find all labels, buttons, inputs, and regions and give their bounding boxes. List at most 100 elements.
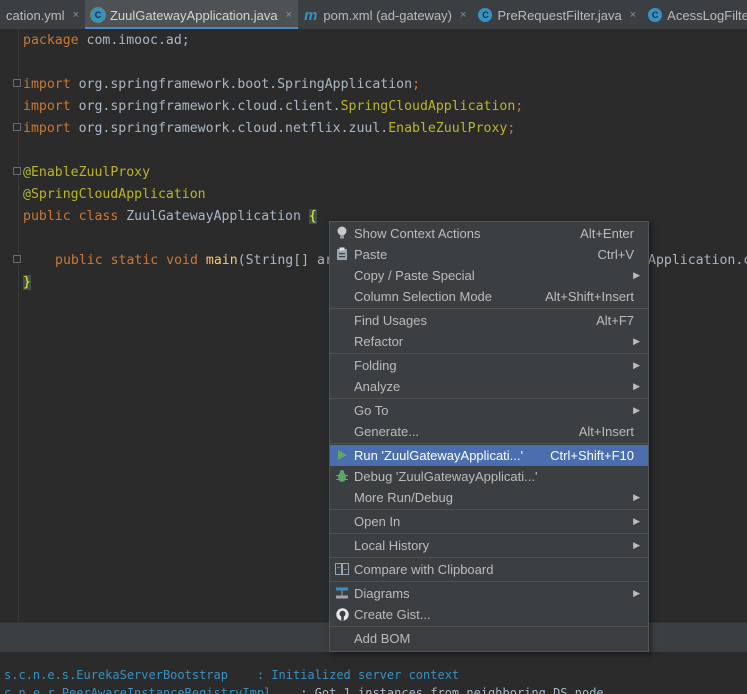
menu-item-compare-with-clipboard[interactable]: Compare with Clipboard bbox=[330, 559, 648, 580]
menu-item-label: Diagrams bbox=[354, 586, 410, 601]
code-line-import: import org.springframework.cloud.netflix… bbox=[23, 121, 516, 136]
menu-separator bbox=[330, 581, 648, 582]
run-icon bbox=[335, 448, 349, 462]
menu-item-run[interactable]: Run 'ZuulGatewayApplicati...' Ctrl+Shift… bbox=[330, 445, 648, 466]
menu-separator bbox=[330, 533, 648, 534]
tab-pom-xml[interactable]: m pom.xml (ad-gateway) × bbox=[298, 0, 472, 29]
fold-marker-icon[interactable] bbox=[13, 167, 21, 175]
class-icon: C bbox=[648, 8, 663, 22]
submenu-arrow-icon: ▶ bbox=[633, 270, 640, 280]
tab-label: pom.xml (ad-gateway) bbox=[323, 7, 453, 23]
submenu-arrow-icon: ▶ bbox=[633, 492, 640, 502]
spring-class-icon: C bbox=[90, 8, 105, 22]
close-icon[interactable]: × bbox=[630, 9, 636, 21]
menu-item-label: Analyze bbox=[354, 379, 401, 394]
menu-separator bbox=[330, 626, 648, 627]
submenu-arrow-icon: ▶ bbox=[633, 588, 640, 598]
close-icon[interactable]: × bbox=[73, 9, 79, 21]
tab-label: PreRequestFilter.java bbox=[497, 7, 622, 23]
close-icon[interactable]: × bbox=[286, 9, 292, 21]
diagram-icon bbox=[335, 586, 349, 600]
menu-item-diagrams[interactable]: Diagrams ▶ bbox=[330, 583, 648, 604]
menu-item-open-in[interactable]: Open In ▶ bbox=[330, 511, 648, 532]
tab-label: ZuulGatewayApplication.java bbox=[109, 7, 278, 23]
menu-item-shortcut: Alt+Insert bbox=[578, 424, 634, 439]
menu-item-debug[interactable]: Debug 'ZuulGatewayApplicati...' bbox=[330, 466, 648, 487]
menu-separator bbox=[330, 308, 648, 309]
tab-application-yml[interactable]: cation.yml × bbox=[0, 0, 85, 29]
menu-item-shortcut: Alt+Enter bbox=[580, 226, 634, 241]
submenu-arrow-icon: ▶ bbox=[633, 360, 640, 370]
menu-item-shortcut: Alt+Shift+Insert bbox=[545, 289, 634, 304]
menu-item-label: Refactor bbox=[354, 334, 404, 349]
submenu-arrow-icon: ▶ bbox=[633, 540, 640, 550]
tab-zuul-gateway-application[interactable]: C ZuulGatewayApplication.java × bbox=[84, 0, 299, 29]
menu-item-label: More Run/Debug bbox=[354, 490, 453, 505]
code-line-main-method-tail: Application.c bbox=[648, 253, 747, 268]
code-line-main-method: public static void main(String[] ar bbox=[55, 253, 333, 268]
submenu-arrow-icon: ▶ bbox=[633, 381, 640, 391]
menu-item-show-context-actions[interactable]: Show Context Actions Alt+Enter bbox=[330, 223, 648, 244]
lightbulb-icon bbox=[335, 226, 349, 240]
menu-item-label: Add BOM bbox=[354, 631, 411, 646]
code-line-annotation: @EnableZuulProxy bbox=[23, 165, 151, 180]
fold-marker-icon[interactable] bbox=[13, 123, 21, 131]
code-line-close-brace: } bbox=[23, 275, 31, 290]
tab-label: cation.yml bbox=[6, 7, 65, 23]
console-line: c.n.e.r.PeerAwareInstanceRegistryImpl : … bbox=[4, 686, 604, 694]
menu-item-shortcut: Alt+F7 bbox=[596, 313, 634, 328]
code-line-class-declaration: public class ZuulGatewayApplication { bbox=[23, 209, 317, 224]
maven-icon: m bbox=[304, 6, 318, 24]
menu-item-label: Column Selection Mode bbox=[354, 289, 493, 304]
menu-separator bbox=[330, 557, 648, 558]
menu-separator bbox=[330, 443, 648, 444]
editor-tab-bar: cation.yml × C ZuulGatewayApplication.ja… bbox=[0, 0, 747, 30]
menu-separator bbox=[330, 509, 648, 510]
github-icon bbox=[335, 607, 349, 621]
fold-marker-icon[interactable] bbox=[13, 79, 21, 87]
menu-item-generate[interactable]: Generate... Alt+Insert bbox=[330, 421, 648, 442]
menu-item-paste[interactable]: Paste Ctrl+V bbox=[330, 244, 648, 265]
menu-item-analyze[interactable]: Analyze ▶ bbox=[330, 376, 648, 397]
submenu-arrow-icon: ▶ bbox=[633, 516, 640, 526]
menu-item-refactor[interactable]: Refactor ▶ bbox=[330, 331, 648, 352]
console-line: s.c.n.e.s.EurekaServerBootstrap : Initia… bbox=[4, 668, 460, 682]
tab-access-log-filter[interactable]: C AcessLogFilter bbox=[642, 0, 747, 29]
menu-item-column-selection-mode[interactable]: Column Selection Mode Alt+Shift+Insert bbox=[330, 286, 648, 307]
code-line-import: import org.springframework.boot.SpringAp… bbox=[23, 77, 421, 92]
compare-icon bbox=[335, 562, 349, 576]
menu-item-label: Go To bbox=[354, 403, 389, 418]
menu-item-label: Create Gist... bbox=[354, 607, 431, 622]
submenu-arrow-icon: ▶ bbox=[633, 336, 640, 346]
menu-item-local-history[interactable]: Local History ▶ bbox=[330, 535, 648, 556]
menu-item-add-bom[interactable]: Add BOM bbox=[330, 628, 648, 649]
menu-item-shortcut: Ctrl+Shift+F10 bbox=[550, 448, 634, 463]
menu-item-label: Folding bbox=[354, 358, 397, 373]
fold-marker-icon[interactable] bbox=[13, 255, 21, 263]
menu-separator bbox=[330, 398, 648, 399]
code-line-package: package com.imooc.ad; bbox=[23, 33, 190, 48]
tab-pre-request-filter[interactable]: C PreRequestFilter.java × bbox=[472, 0, 642, 29]
menu-item-copy-paste-special[interactable]: Copy / Paste Special ▶ bbox=[330, 265, 648, 286]
menu-item-label: Copy / Paste Special bbox=[354, 268, 475, 283]
close-icon[interactable]: × bbox=[460, 9, 466, 21]
menu-item-label: Find Usages bbox=[354, 313, 427, 328]
tab-label: AcessLogFilter bbox=[667, 7, 747, 23]
menu-item-label: Local History bbox=[354, 538, 430, 553]
code-line-import: import org.springframework.cloud.client.… bbox=[23, 99, 524, 114]
menu-item-go-to[interactable]: Go To ▶ bbox=[330, 400, 648, 421]
menu-item-label: Compare with Clipboard bbox=[354, 562, 494, 577]
editor-context-menu: Show Context Actions Alt+Enter Paste Ctr… bbox=[329, 221, 649, 652]
menu-item-folding[interactable]: Folding ▶ bbox=[330, 355, 648, 376]
clipboard-icon bbox=[335, 247, 349, 261]
menu-item-label: Show Context Actions bbox=[354, 226, 481, 241]
menu-item-more-run-debug[interactable]: More Run/Debug ▶ bbox=[330, 487, 648, 508]
gutter-divider bbox=[18, 30, 19, 622]
menu-item-find-usages[interactable]: Find Usages Alt+F7 bbox=[330, 310, 648, 331]
menu-item-create-gist[interactable]: Create Gist... bbox=[330, 604, 648, 625]
menu-item-label: Paste bbox=[354, 247, 388, 262]
menu-item-shortcut: Ctrl+V bbox=[597, 247, 634, 262]
menu-separator bbox=[330, 353, 648, 354]
menu-item-label: Debug 'ZuulGatewayApplicati...' bbox=[354, 469, 538, 484]
class-icon: C bbox=[478, 8, 493, 22]
